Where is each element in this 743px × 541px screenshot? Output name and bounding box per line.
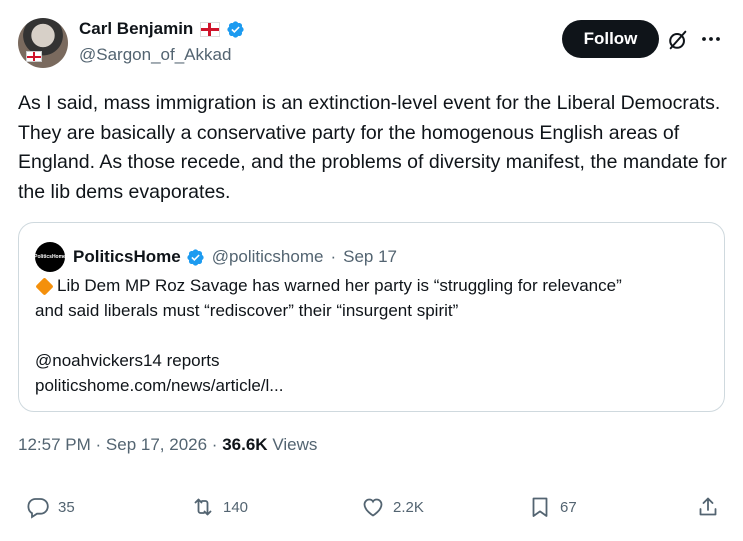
england-flag-icon bbox=[200, 21, 221, 37]
reply-count: 35 bbox=[58, 498, 75, 516]
meta-separator: · bbox=[95, 435, 102, 454]
quoted-mention-line: @noahvickers14 reports bbox=[35, 351, 220, 370]
repost-button[interactable]: 140 bbox=[191, 495, 248, 519]
quoted-tweet-date: Sep 17 bbox=[343, 247, 398, 266]
quoted-author-handle: @politicshome bbox=[211, 247, 324, 266]
tweet-text: As I said, mass immigration is an extinc… bbox=[18, 92, 727, 203]
meta-separator: · bbox=[211, 435, 218, 454]
verified-badge-icon bbox=[187, 248, 204, 266]
heart-icon bbox=[363, 498, 383, 517]
like-count: 2.2K bbox=[393, 498, 424, 516]
like-button[interactable]: 2.2K bbox=[361, 495, 424, 519]
avatar-flag bbox=[26, 51, 42, 62]
verified-badge-icon[interactable] bbox=[226, 20, 245, 39]
follow-button[interactable]: Follow bbox=[562, 20, 659, 58]
views-count: 36.6K bbox=[222, 435, 268, 454]
reply-button[interactable]: 35 bbox=[26, 495, 75, 519]
tweet-date[interactable]: Sep 17, 2026 bbox=[106, 435, 207, 454]
views-label: Views bbox=[272, 435, 318, 454]
author-avatar[interactable] bbox=[18, 18, 68, 68]
quoted-line-1-text: Lib Dem MP Roz Savage has warned her par… bbox=[57, 276, 622, 295]
tweet-actions: 35 140 2.2K 67 bbox=[0, 495, 743, 525]
orange-diamond-icon bbox=[35, 276, 54, 296]
tweet-time[interactable]: 12:57 PM bbox=[18, 435, 91, 454]
quoted-link: politicshome.com/news/article/l... bbox=[35, 375, 284, 395]
repost-count: 140 bbox=[223, 498, 249, 516]
bookmark-count: 67 bbox=[560, 498, 577, 516]
reply-icon bbox=[27, 498, 49, 519]
share-icon bbox=[699, 497, 717, 516]
quoted-meta-separator: · bbox=[330, 247, 337, 266]
quoted-author-name: PoliticsHome bbox=[73, 247, 181, 266]
quoted-author-avatar: PoliticsHome bbox=[34, 242, 66, 272]
bookmark-icon bbox=[532, 497, 548, 517]
repost-icon bbox=[194, 498, 212, 516]
tweet-meta: 12:57 PM · Sep 17, 2026 · 36.6K Views bbox=[18, 435, 317, 455]
quoted-tweet-body: Lib Dem MP Roz Savage has warned her par… bbox=[35, 274, 715, 398]
author-display-name[interactable]: Carl Benjamin bbox=[79, 19, 193, 39]
share-button[interactable] bbox=[696, 495, 720, 519]
quoted-tweet[interactable]: PoliticsHome PoliticsHome @politicshome … bbox=[18, 222, 725, 412]
tweet-header: Carl Benjamin @Sargon_of_Akkad Follow bbox=[18, 16, 725, 68]
more-options-icon[interactable] bbox=[699, 27, 723, 51]
quoted-line-2: and said liberals must “rediscover” thei… bbox=[35, 300, 459, 320]
quoted-spacer bbox=[35, 323, 715, 349]
quoted-tweet-header: PoliticsHome PoliticsHome @politicshome … bbox=[34, 242, 398, 272]
author-name-row: Carl Benjamin bbox=[79, 19, 245, 39]
author-handle[interactable]: @Sargon_of_Akkad bbox=[79, 45, 231, 65]
quoted-line-1: Lib Dem MP Roz Savage has warned her par… bbox=[35, 274, 715, 299]
grok-icon[interactable] bbox=[667, 29, 689, 51]
bookmark-button[interactable]: 67 bbox=[528, 495, 577, 519]
